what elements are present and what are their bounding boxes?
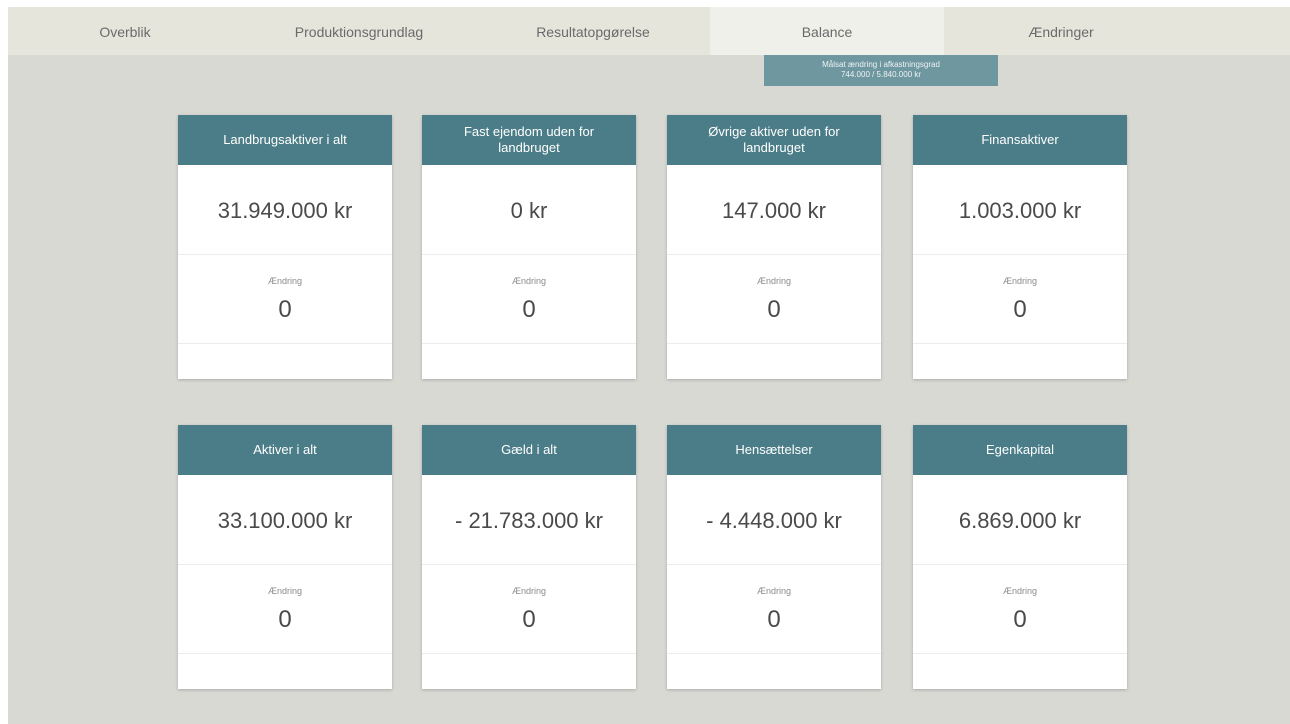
change-value: 0 xyxy=(522,296,536,323)
card-title: Fast ejendom uden for landbruget xyxy=(422,115,636,165)
tab-produktionsgrundlag[interactable]: Produktionsgrundlag xyxy=(242,7,476,55)
card-ovrige-aktiver: Øvrige aktiver uden for landbruget 147.0… xyxy=(667,115,881,379)
card-value: 147.000 kr xyxy=(667,165,881,255)
change-label: Ændring xyxy=(1002,276,1038,286)
change-label: Ændring xyxy=(267,276,303,286)
change-label: Ændring xyxy=(511,586,547,596)
target-change-banner: Målsat ændring i afkastningsgrad 744.000… xyxy=(764,55,998,86)
banner-label: Målsat ændring i afkastningsgrad xyxy=(822,60,940,69)
card-value: 33.100.000 kr xyxy=(178,475,392,565)
card-change: Ændring 0 xyxy=(667,255,881,344)
card-finansaktiver: Finansaktiver 1.003.000 kr Ændring 0 xyxy=(913,115,1127,379)
card-title: Øvrige aktiver uden for landbruget xyxy=(667,115,881,165)
card-value: 1.003.000 kr xyxy=(913,165,1127,255)
card-change: Ændring 0 xyxy=(913,255,1127,344)
change-label: Ændring xyxy=(511,276,547,286)
card-value: 6.869.000 kr xyxy=(913,475,1127,565)
tab-overblik[interactable]: Overblik xyxy=(8,7,242,55)
card-value: 31.949.000 kr xyxy=(178,165,392,255)
card-change: Ændring 0 xyxy=(178,565,392,654)
tab-resultatopgorelse[interactable]: Resultatopgørelse xyxy=(476,7,710,55)
card-change: Ændring 0 xyxy=(422,255,636,344)
card-fast-ejendom: Fast ejendom uden for landbruget 0 kr Æn… xyxy=(422,115,636,379)
change-value: 0 xyxy=(767,606,781,633)
change-label: Ændring xyxy=(756,276,792,286)
card-title: Hensættelser xyxy=(667,425,881,475)
change-value: 0 xyxy=(278,606,292,633)
card-change: Ændring 0 xyxy=(913,565,1127,654)
card-title: Aktiver i alt xyxy=(178,425,392,475)
change-value: 0 xyxy=(1013,296,1027,323)
card-change: Ændring 0 xyxy=(667,565,881,654)
card-value: 0 kr xyxy=(422,165,636,255)
change-value: 0 xyxy=(1013,606,1027,633)
change-value: 0 xyxy=(522,606,536,633)
change-label: Ændring xyxy=(756,586,792,596)
card-title: Gæld i alt xyxy=(422,425,636,475)
card-hensaettelser: Hensættelser - 4.448.000 kr Ændring 0 xyxy=(667,425,881,689)
card-gaeld-i-alt: Gæld i alt - 21.783.000 kr Ændring 0 xyxy=(422,425,636,689)
card-change: Ændring 0 xyxy=(422,565,636,654)
change-label: Ændring xyxy=(267,586,303,596)
change-value: 0 xyxy=(767,296,781,323)
card-title: Finansaktiver xyxy=(913,115,1127,165)
card-value: - 4.448.000 kr xyxy=(667,475,881,565)
change-label: Ændring xyxy=(1002,586,1038,596)
card-value: - 21.783.000 kr xyxy=(422,475,636,565)
card-egenkapital: Egenkapital 6.869.000 kr Ændring 0 xyxy=(913,425,1127,689)
card-aktiver-i-alt: Aktiver i alt 33.100.000 kr Ændring 0 xyxy=(178,425,392,689)
banner-value: 744.000 / 5.840.000 kr xyxy=(840,70,922,79)
tab-balance[interactable]: Balance xyxy=(710,7,944,55)
card-title: Landbrugsaktiver i alt xyxy=(178,115,392,165)
card-change: Ændring 0 xyxy=(178,255,392,344)
change-value: 0 xyxy=(278,296,292,323)
app-frame: Overblik Produktionsgrundlag Resultatopg… xyxy=(8,7,1290,724)
tab-aendringer[interactable]: Ændringer xyxy=(944,7,1178,55)
card-title: Egenkapital xyxy=(913,425,1127,475)
card-landbrugsaktiver: Landbrugsaktiver i alt 31.949.000 kr Ænd… xyxy=(178,115,392,379)
tab-bar: Overblik Produktionsgrundlag Resultatopg… xyxy=(8,7,1290,55)
